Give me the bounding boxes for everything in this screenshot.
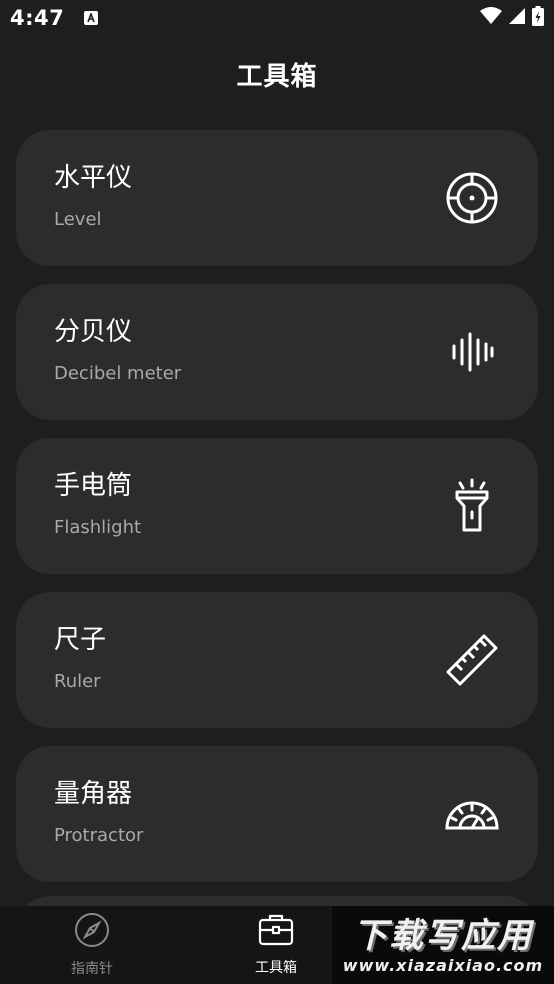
nav-item-compass[interactable]: 指南针 xyxy=(0,906,184,984)
card-title: 水平仪 xyxy=(54,163,133,193)
card-title: 量角器 xyxy=(54,779,133,809)
battery-icon xyxy=(532,6,544,30)
card-subtitle: Ruler xyxy=(54,671,101,692)
toolbox-icon xyxy=(258,913,294,951)
watermark-url: www.xiazaixiao.com xyxy=(342,955,544,975)
card-subtitle: Protractor xyxy=(54,825,144,846)
card-title: 分贝仪 xyxy=(54,317,133,347)
nav-label-toolbox: 工具箱 xyxy=(255,960,297,976)
wifi-icon xyxy=(480,7,502,29)
status-right xyxy=(480,6,544,30)
nav-label-compass: 指南针 xyxy=(71,961,113,977)
signal-icon xyxy=(508,7,526,29)
protractor-icon xyxy=(444,786,500,842)
tool-list: 水平仪 Level 分贝仪 Decibel meter 手电筒 Flashlig… xyxy=(16,130,538,900)
page-title: 工具箱 xyxy=(236,62,318,92)
level-target-icon xyxy=(444,170,500,226)
tool-card-flashlight[interactable]: 手电筒 Flashlight xyxy=(16,438,538,574)
card-title: 尺子 xyxy=(54,625,107,655)
compass-icon xyxy=(74,912,110,952)
app-notification-icon xyxy=(84,11,99,25)
status-bar: 4:47 xyxy=(0,0,554,36)
card-subtitle: Level xyxy=(54,209,102,230)
card-subtitle: Flashlight xyxy=(54,517,142,538)
tool-card-protractor[interactable]: 量角器 Protractor xyxy=(16,746,538,882)
tool-card-ruler[interactable]: 尺子 Ruler xyxy=(16,592,538,728)
status-time: 4:47 xyxy=(10,6,65,30)
card-title: 手电筒 xyxy=(54,471,133,501)
tool-card-decibel-meter[interactable]: 分贝仪 Decibel meter xyxy=(16,284,538,420)
ruler-icon xyxy=(444,632,500,688)
watermark-title: 下载写应用 xyxy=(353,915,533,956)
watermark-logo: 下载写应用 www.xiazaixiao.com xyxy=(332,906,554,984)
status-left: 4:47 xyxy=(10,6,99,30)
flashlight-icon xyxy=(444,478,500,534)
tool-card-level[interactable]: 水平仪 Level xyxy=(16,130,538,266)
sound-wave-icon xyxy=(444,324,500,380)
card-subtitle: Decibel meter xyxy=(54,363,182,384)
